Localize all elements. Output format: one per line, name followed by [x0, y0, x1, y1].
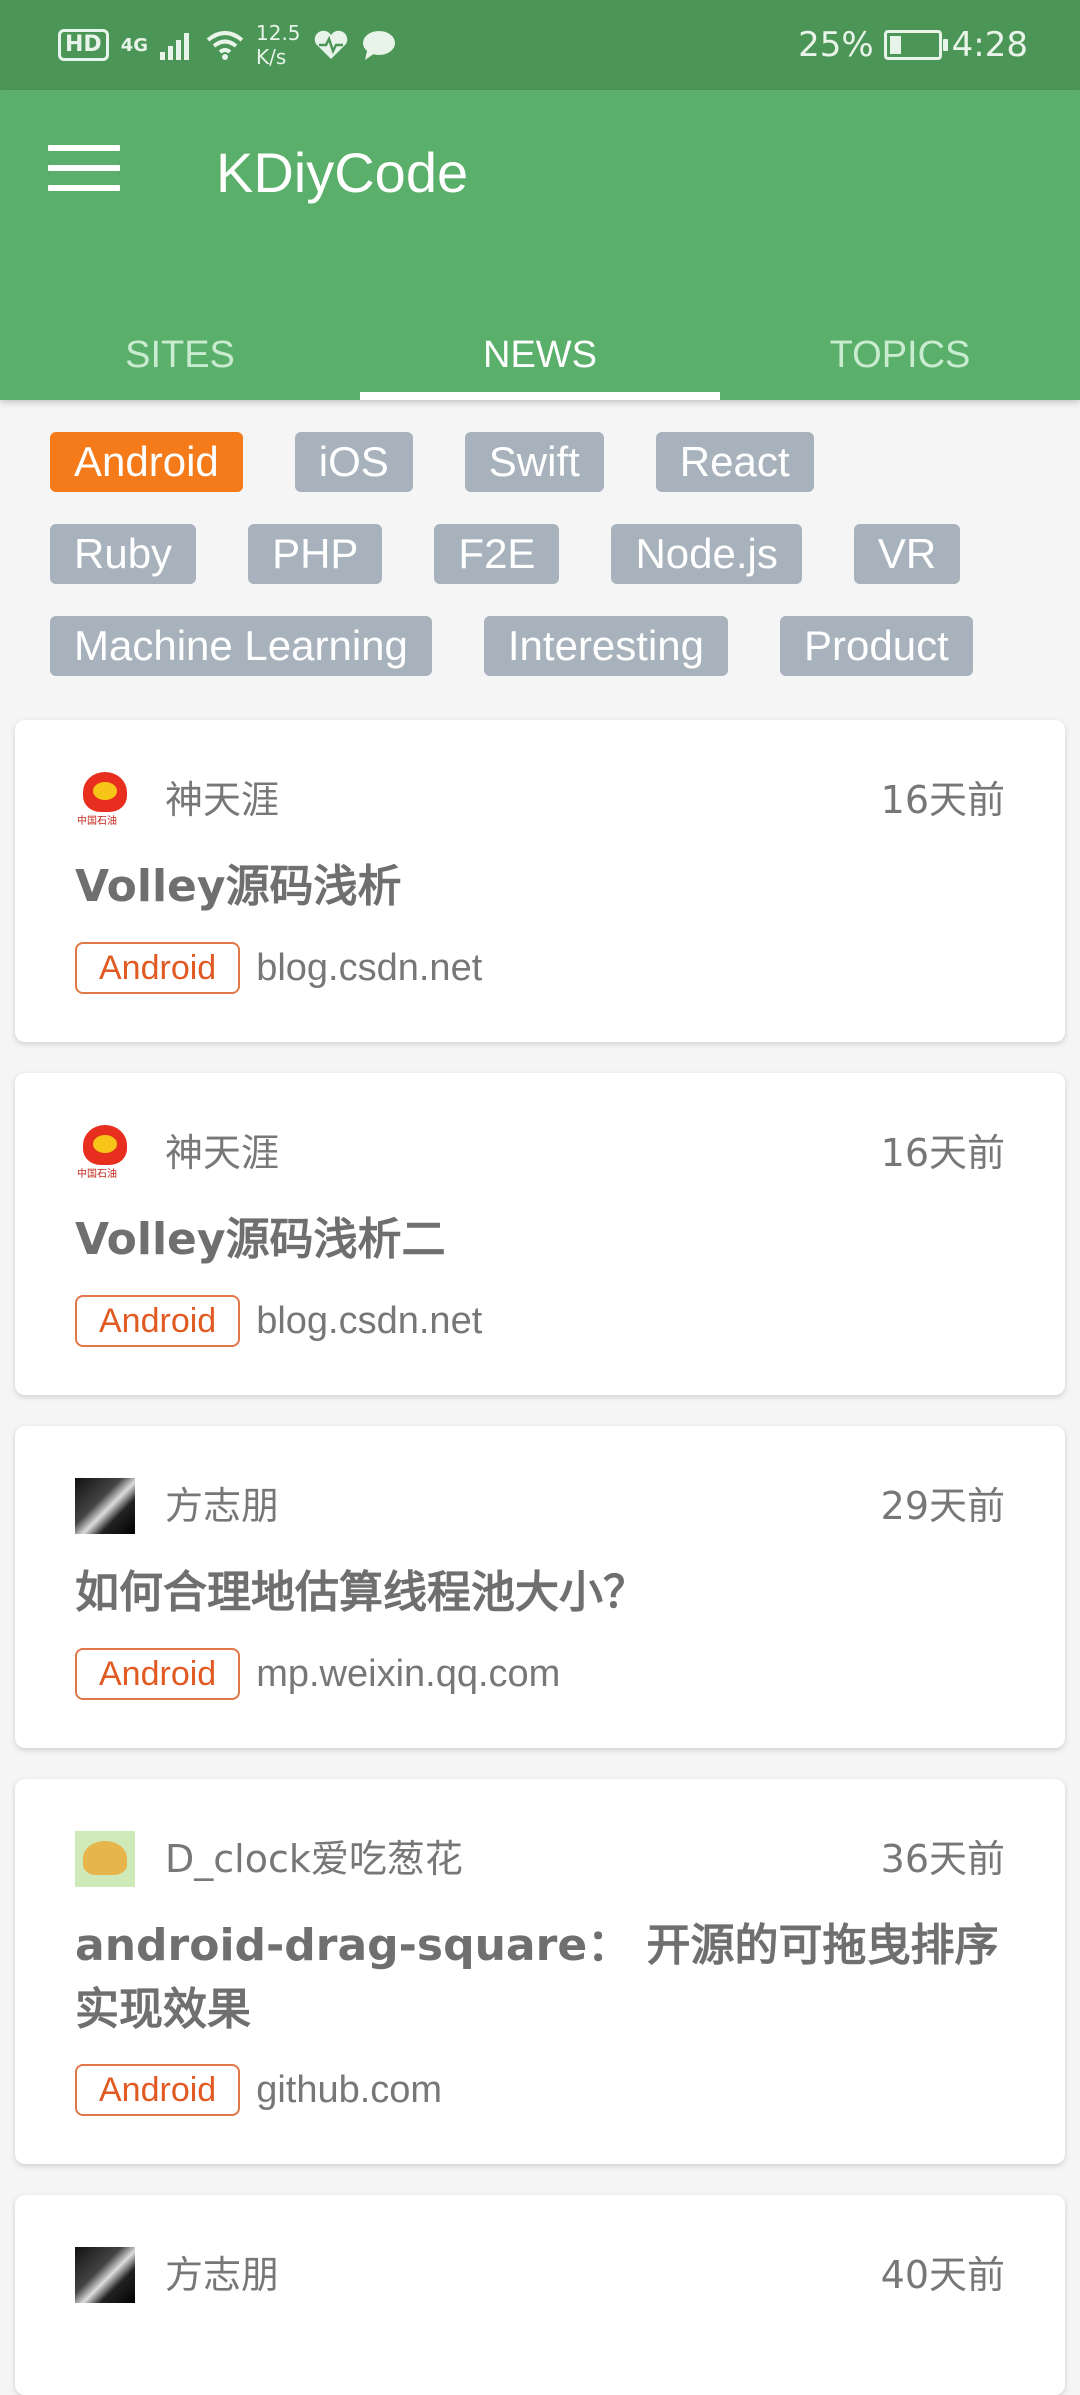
tag-row: Machine Learning Interesting Product	[50, 616, 1050, 676]
news-author[interactable]: D_clock爱吃葱花	[165, 1829, 463, 1889]
news-node-tag[interactable]: Android	[75, 2064, 241, 2116]
news-meta: Android github.com	[75, 2064, 442, 2116]
network-speed: 12.5 K/s	[256, 21, 301, 69]
news-author[interactable]: 神天涯	[165, 1123, 279, 1183]
avatar[interactable]	[75, 1478, 135, 1534]
straw-hat-icon	[83, 1841, 127, 1875]
app-bar: KDiyCode SITES NEWS TOPICS	[0, 90, 1080, 400]
avatar-logo-text: 中国石油	[77, 1169, 117, 1180]
news-author[interactable]: 神天涯	[165, 770, 279, 830]
news-time: 16天前	[880, 778, 1005, 822]
news-host: github.com	[256, 2068, 443, 2111]
tag-machine-learning[interactable]: Machine Learning	[50, 616, 432, 676]
news-time: 29天前	[880, 1484, 1005, 1528]
tab-bar: SITES NEWS TOPICS	[0, 290, 1080, 400]
news-title[interactable]: android-drag-square： 开源的可拖曳排序实现效果	[75, 1914, 1015, 2042]
avatar-logo-text: 中国石油	[77, 816, 117, 827]
news-card[interactable]: 中国石油 神天涯 16天前 Volley源码浅析 Android blog.cs…	[15, 720, 1065, 1042]
hd-icon: HD	[58, 29, 109, 61]
tag-swift[interactable]: Swift	[464, 432, 604, 492]
avatar[interactable]	[75, 1831, 135, 1887]
battery-percent: 25%	[798, 25, 874, 65]
news-meta: Android mp.weixin.qq.com	[75, 1648, 560, 1700]
tab-news[interactable]: NEWS	[360, 290, 720, 400]
network-type: 4G	[120, 34, 148, 56]
status-icons-left: HD 4G 12.5 K/s	[58, 20, 397, 70]
news-title[interactable]: Volley源码浅析二	[75, 1208, 1015, 1272]
tag-nodejs[interactable]: Node.js	[611, 524, 802, 584]
news-node-tag[interactable]: Android	[75, 942, 241, 994]
news-card[interactable]: 方志朋 29天前 如何合理地估算线程池大小？ Android mp.weixin…	[15, 1426, 1065, 1748]
wifi-icon	[206, 31, 244, 60]
news-time: 16天前	[880, 1131, 1005, 1175]
tag-vr[interactable]: VR	[853, 524, 961, 584]
avatar[interactable]	[75, 2247, 135, 2303]
news-meta: Android blog.csdn.net	[75, 1295, 482, 1347]
cnpc-logo-icon	[83, 1125, 127, 1165]
tag-product[interactable]: Product	[780, 616, 973, 676]
speed-unit: K/s	[256, 45, 287, 69]
message-icon	[362, 31, 395, 60]
status-bar: HD 4G 12.5 K/s 25% 4:28	[0, 0, 1080, 90]
news-time: 36天前	[880, 1837, 1005, 1881]
status-icons-right: 25% 4:28	[798, 20, 1028, 70]
tag-react[interactable]: React	[655, 432, 814, 492]
tag-row: Ruby PHP F2E Node.js VR	[50, 524, 1050, 584]
tab-sites[interactable]: SITES	[0, 290, 360, 400]
news-host: mp.weixin.qq.com	[256, 1652, 561, 1695]
news-time: 40天前	[880, 2253, 1005, 2297]
tag-ios[interactable]: iOS	[294, 432, 413, 492]
news-card[interactable]: D_clock爱吃葱花 36天前 android-drag-square： 开源…	[15, 1779, 1065, 2164]
news-meta: Android blog.csdn.net	[75, 942, 482, 994]
tag-f2e[interactable]: F2E	[434, 524, 560, 584]
tab-topics[interactable]: TOPICS	[720, 290, 1080, 400]
battery-icon	[883, 30, 948, 60]
clock: 4:28	[951, 25, 1028, 65]
health-icon	[314, 30, 347, 59]
news-host: blog.csdn.net	[256, 1299, 483, 1342]
news-card[interactable]: 中国石油 神天涯 16天前 Volley源码浅析二 Android blog.c…	[15, 1073, 1065, 1395]
news-title[interactable]: 如何合理地估算线程池大小？	[75, 1561, 1015, 1625]
battery-fill	[889, 36, 902, 54]
news-node-tag[interactable]: Android	[75, 1648, 241, 1700]
news-title[interactable]: Volley源码浅析	[75, 855, 1015, 919]
news-author[interactable]: 方志朋	[165, 1476, 279, 1536]
news-author[interactable]: 方志朋	[165, 2245, 279, 2305]
cnpc-logo-icon	[83, 772, 127, 812]
tag-ruby[interactable]: Ruby	[50, 524, 197, 584]
speed-value: 12.5	[256, 21, 301, 45]
signal-icon	[160, 33, 189, 60]
avatar[interactable]: 中国石油	[75, 772, 135, 828]
news-card[interactable]: 方志朋 40天前	[15, 2195, 1065, 2395]
news-node-tag[interactable]: Android	[75, 1295, 241, 1347]
tag-row: Android iOS Swift React	[50, 432, 1050, 492]
tag-interesting[interactable]: Interesting	[483, 616, 729, 676]
avatar[interactable]: 中国石油	[75, 1125, 135, 1181]
node-filter-tags: Android iOS Swift React Ruby PHP F2E Nod…	[50, 432, 1050, 708]
news-host: blog.csdn.net	[256, 946, 483, 989]
app-title: KDiyCode	[216, 141, 469, 204]
tag-android[interactable]: Android	[50, 432, 243, 492]
hamburger-menu-icon[interactable]	[48, 145, 120, 197]
tag-php[interactable]: PHP	[248, 524, 383, 584]
